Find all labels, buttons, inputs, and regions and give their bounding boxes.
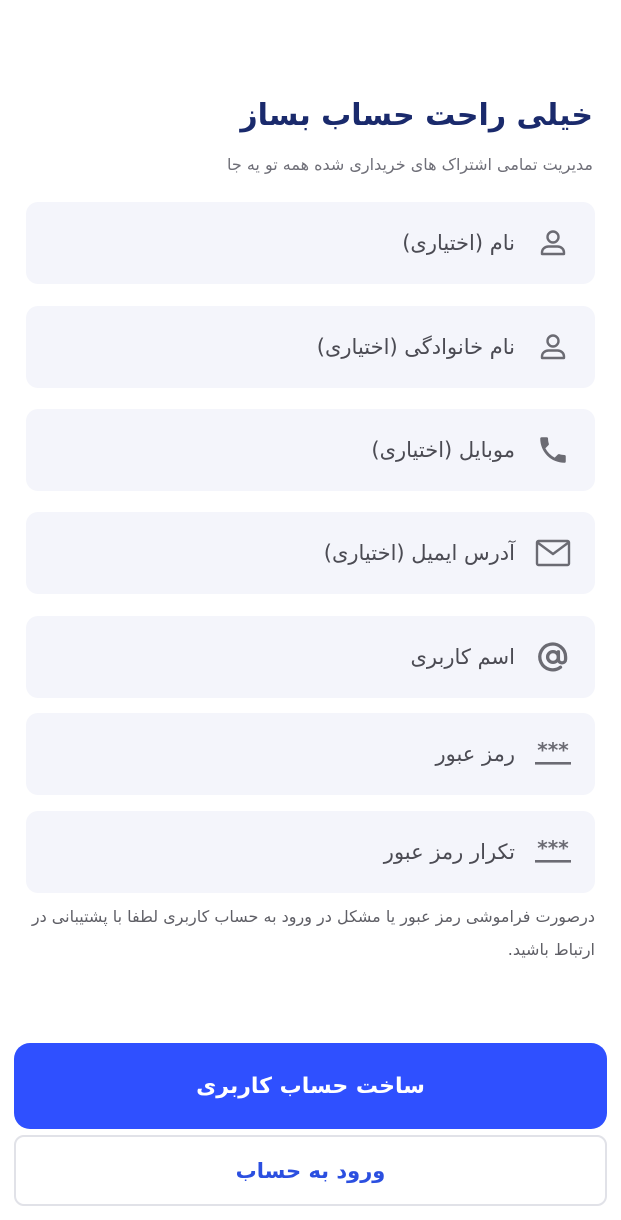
- username-placeholder: اسم کاربری: [410, 645, 516, 669]
- at-sign-icon: [533, 637, 573, 677]
- first-name-placeholder: نام (اختیاری): [402, 231, 515, 255]
- username-field[interactable]: اسم کاربری: [26, 616, 595, 698]
- mail-icon: [533, 533, 573, 573]
- person-icon: [533, 327, 573, 367]
- password-placeholder: رمز عبور: [435, 742, 515, 766]
- password-icon: ***: [533, 832, 573, 872]
- signup-screen: خیلی راحت حساب بساز مدیریت تمامی اشتراک …: [0, 0, 621, 1220]
- password-icon: ***: [533, 734, 573, 774]
- first-name-field[interactable]: نام (اختیاری): [26, 202, 595, 284]
- phone-icon: [533, 430, 573, 470]
- page-title: خیلی راحت حساب بساز: [240, 98, 593, 133]
- email-field[interactable]: آدرس ایمیل (اختیاری): [26, 512, 595, 594]
- email-placeholder: آدرس ایمیل (اختیاری): [323, 541, 515, 565]
- person-icon: [533, 223, 573, 263]
- mobile-placeholder: موبایل (اختیاری): [371, 438, 515, 462]
- mobile-field[interactable]: موبایل (اختیاری): [26, 409, 595, 491]
- password-confirm-placeholder: تکرار رمز عبور: [383, 840, 515, 864]
- password-confirm-field[interactable]: *** تکرار رمز عبور: [26, 811, 595, 893]
- last-name-field[interactable]: نام خانوادگی (اختیاری): [26, 306, 595, 388]
- svg-text:***: ***: [537, 838, 569, 860]
- create-account-button[interactable]: ساخت حساب کاربری: [14, 1043, 607, 1129]
- page-subtitle: مدیریت تمامی اشتراک های خریداری شده همه …: [226, 155, 593, 174]
- svg-text:***: ***: [537, 740, 569, 762]
- last-name-placeholder: نام خانوادگی (اختیاری): [316, 335, 515, 359]
- login-button[interactable]: ورود به حساب: [14, 1135, 607, 1206]
- password-field[interactable]: *** رمز عبور: [26, 713, 595, 795]
- support-note: درصورت فراموشی رمز عبور یا مشکل در ورود …: [31, 907, 595, 959]
